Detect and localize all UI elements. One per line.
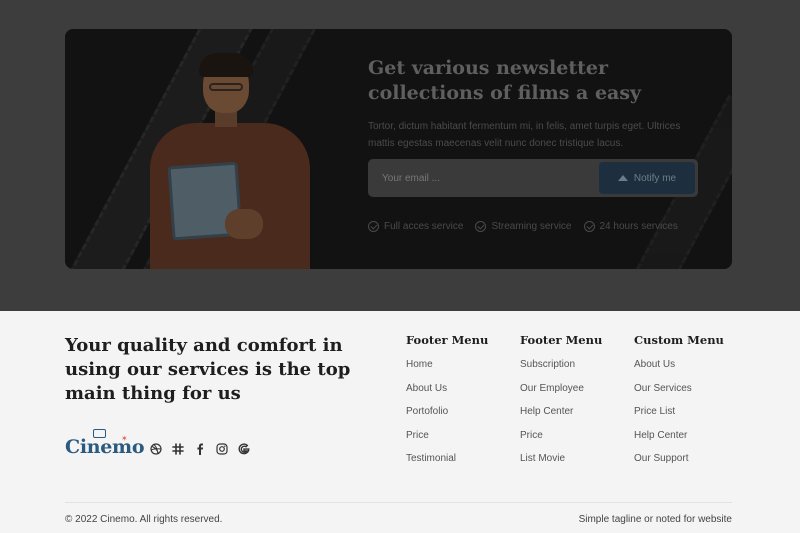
footer-link-testimonial[interactable]: Testimonial [406, 453, 488, 477]
footer-link-our-support[interactable]: Our Support [634, 453, 724, 477]
logo-text: Cinemo [65, 436, 145, 458]
footer-column-title: Custom Menu [634, 333, 724, 347]
footer-link-home[interactable]: Home [406, 359, 488, 383]
custom-menu-column: Custom Menu About Us Our Services Price … [634, 333, 724, 477]
footer-link-our-services[interactable]: Our Services [634, 383, 724, 407]
check-circle-icon [583, 221, 595, 232]
feature-label: Streaming service [491, 221, 572, 232]
footer-link-list-movie[interactable]: List Movie [520, 453, 602, 477]
dribbble-icon[interactable] [149, 442, 162, 455]
newsletter-form: Notify me [368, 159, 698, 197]
feature-list: Full acces service Streaming service 24 … [368, 221, 678, 232]
footer-link-price[interactable]: Price [520, 430, 602, 454]
newsletter-description: Tortor, dictum habitant fermentum mi, in… [368, 121, 681, 149]
footer-tagline: Your quality and comfort in using our se… [65, 335, 351, 404]
footer-menu-column: Footer Menu Home About Us Portofolio Pri… [406, 333, 488, 477]
feature-item: Streaming service [475, 221, 572, 232]
footer-link-help-center[interactable]: Help Center [634, 430, 724, 454]
footer-menu-column: Footer Menu Subscription Our Employee He… [520, 333, 602, 477]
email-input[interactable] [368, 159, 598, 197]
notify-me-button[interactable]: Notify me [599, 162, 695, 194]
camera-icon [93, 429, 106, 438]
copyright-text: © 2022 Cinemo. All rights reserved. [65, 514, 223, 525]
footer-link-help-center[interactable]: Help Center [520, 406, 602, 430]
footer-link-about-us[interactable]: About Us [406, 383, 488, 407]
slack-icon[interactable] [171, 442, 184, 455]
instagram-icon[interactable] [215, 442, 228, 455]
social-links [149, 442, 250, 455]
footer-divider [65, 502, 732, 503]
notify-me-label: Notify me [633, 172, 677, 184]
spark-icon: ✶ [121, 434, 128, 443]
cinemo-logo[interactable]: ✶ Cinemo [65, 429, 145, 458]
footer-link-about-us[interactable]: About Us [634, 359, 724, 383]
feature-label: Full acces service [384, 221, 464, 232]
check-circle-icon [475, 221, 487, 232]
footer-link-portofolio[interactable]: Portofolio [406, 406, 488, 430]
feature-item: Full acces service [368, 221, 463, 232]
footer-link-subscription[interactable]: Subscription [520, 359, 602, 383]
footer-link-price-list[interactable]: Price List [634, 406, 724, 430]
footer-link-price[interactable]: Price [406, 430, 488, 454]
feature-item: 24 hours services [583, 221, 678, 232]
newsletter-banner: Get various newsletter collections of fi… [65, 29, 732, 269]
footer-column-title: Footer Menu [520, 333, 603, 347]
newsletter-title: Get various newsletter collections of fi… [368, 57, 642, 104]
check-circle-icon [368, 221, 379, 232]
person-with-tablet-image [125, 49, 325, 269]
facebook-icon[interactable] [193, 442, 206, 455]
feature-label: 24 hours services [599, 221, 678, 232]
arrow-up-icon [617, 175, 628, 181]
website-tagline-note: Simple tagline or noted for website [578, 514, 732, 525]
google-icon[interactable] [237, 442, 250, 455]
footer-column-title: Footer Menu [406, 333, 489, 347]
footer-link-our-employee[interactable]: Our Employee [520, 383, 602, 407]
